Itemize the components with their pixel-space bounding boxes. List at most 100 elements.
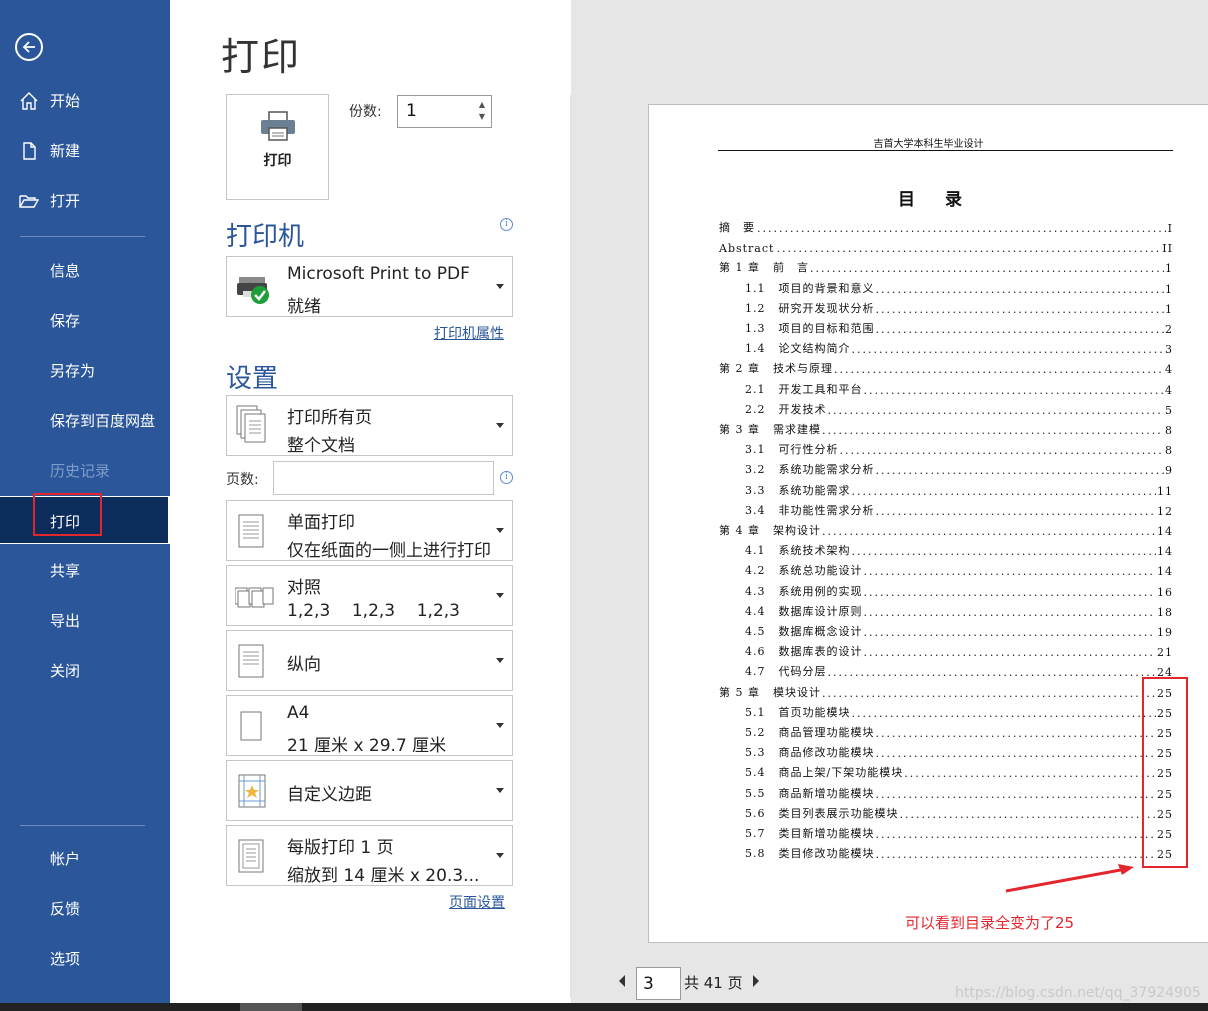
pages-input[interactable]: [273, 461, 494, 495]
sidebar-item-open[interactable]: 打开: [0, 176, 170, 224]
toc-entry-page: 11: [1157, 484, 1173, 498]
printer-icon: [259, 111, 297, 145]
toc-entry-text: 商品管理功能模块: [778, 726, 875, 739]
collate-icon: [234, 574, 274, 618]
toc-entry: 第 2 章技术与原理..............................…: [719, 360, 1173, 377]
toc-entry: 2.1 开发工具和平台..............................…: [745, 380, 1173, 397]
margins-dropdown[interactable]: 自定义边距: [226, 760, 513, 821]
toc-entry-title: 5.6: [745, 806, 767, 820]
toc-entry: 第 5 章模块设计...............................…: [719, 683, 1173, 700]
toc-entry-page: 12: [1157, 504, 1173, 518]
sidebar-item-label: 新建: [50, 142, 81, 160]
sidebar-item-history: 历史记录: [0, 446, 170, 494]
sides-dropdown[interactable]: 单面打印 仅在纸面的一侧上进行打印: [226, 500, 513, 561]
toc-entry: 4.3 系统用例的实现..............................…: [745, 582, 1173, 599]
portrait-icon: [235, 639, 269, 683]
toc-entry-title: 5.5: [745, 786, 767, 800]
toc-entry-title: 1.4: [745, 342, 767, 356]
toc-entry: 2.2 开发技术.................................…: [745, 400, 1173, 417]
toc-entry-page: 8: [1165, 444, 1173, 458]
toc-entry-title: 1.3: [745, 322, 767, 335]
toc-entry-title: 摘 要: [719, 221, 756, 234]
toc-entry-title: Abstract: [719, 242, 776, 256]
toc-entry-text: 开发工具和平台: [778, 382, 863, 396]
toc-entry: 5.1 首页功能模块...............................…: [745, 703, 1173, 720]
pages-per-sheet-secondary: 缩放到 14 厘米 x 20.3...: [287, 866, 480, 886]
orientation-dropdown[interactable]: 纵向: [226, 630, 513, 691]
printer-name: Microsoft Print to PDF: [287, 264, 470, 284]
previous-page-icon[interactable]: [619, 975, 625, 987]
sidebar-item-new[interactable]: 新建: [0, 126, 170, 174]
chevron-down-icon: [496, 788, 504, 793]
printer-ready-icon: [235, 265, 269, 309]
toc-entry: 4.2 系统总功能设计..............................…: [745, 562, 1173, 579]
sidebar-item-save-baidu[interactable]: 保存到百度网盘: [0, 396, 170, 444]
info-icon[interactable]: i: [500, 471, 513, 484]
info-icon[interactable]: i: [500, 218, 513, 231]
toc-entry-title: 3.2: [745, 463, 767, 477]
toc-entry-text: 开发技术: [778, 402, 827, 416]
highlight-box: [1142, 677, 1188, 868]
toc-entry-page: 3: [1165, 343, 1173, 357]
toc-entry: 5.4 商品上架/下架功能模块..........................…: [745, 764, 1173, 781]
sidebar-item-feedback[interactable]: 反馈: [0, 884, 170, 932]
printer-properties-link[interactable]: 打印机属性: [434, 323, 504, 343]
toc-entry-page: I: [1167, 222, 1173, 235]
toc-entry-text: 论文结构简介: [778, 342, 851, 356]
paper-size-dropdown[interactable]: A4 21 厘米 x 29.7 厘米: [226, 695, 513, 756]
toc-entry: 4.7 代码分层.................................…: [745, 663, 1173, 680]
toc-entry: 3.2 系统功能需求分析.............................…: [745, 461, 1173, 478]
print-button[interactable]: 打印: [226, 94, 329, 200]
print-range-dropdown[interactable]: 打印所有页 整个文档: [226, 395, 513, 456]
toc-entry-page: II: [1162, 242, 1173, 256]
toc-entry: 1.4 论文结构简介...............................…: [745, 340, 1173, 357]
sidebar-item-label: 历史记录: [50, 462, 111, 480]
toc-entry-text: 研究开发现状分析: [778, 301, 875, 315]
paper-size-primary: A4: [287, 703, 310, 723]
sidebar-item-account[interactable]: 帐户: [0, 834, 170, 882]
toc-entry-text: 系统功能需求分析: [778, 463, 875, 477]
toc-entry-text: 系统技术架构: [778, 544, 851, 558]
sidebar-item-options[interactable]: 选项: [0, 934, 170, 982]
toc-entry-title: 1.2: [745, 301, 767, 315]
toc-entry-title: 4.5: [745, 625, 767, 638]
toc-entry-page: 14: [1157, 565, 1173, 579]
toc-entry-text: 系统总功能设计: [778, 564, 863, 578]
sidebar-item-save-as[interactable]: 另存为: [0, 346, 170, 394]
toc-entry-title: 第 3 章: [719, 423, 761, 436]
next-page-icon[interactable]: [753, 975, 759, 987]
sidebar-item-label: 帐户: [50, 850, 81, 868]
home-icon: [19, 91, 39, 111]
toc-entry-text: 代码分层: [778, 665, 827, 679]
collate-dropdown[interactable]: 对照 1,2,3 1,2,3 1,2,3: [226, 565, 513, 626]
sidebar-item-label: 保存: [50, 312, 81, 330]
toc-entry-text: 类目新增功能模块: [778, 827, 875, 840]
toc-entry: 5.6 类目列表展示功能模块...........................…: [745, 804, 1173, 821]
header-rule: [718, 150, 1173, 151]
toc-entry: 第 1 章前 言................................…: [719, 259, 1173, 276]
spin-arrows-icon[interactable]: ▲ ▼: [479, 99, 485, 123]
toc-entry-text: 首页功能模块: [778, 705, 851, 719]
copies-stepper[interactable]: 1 ▲ ▼: [397, 95, 492, 128]
sidebar-item-close[interactable]: 关闭: [0, 646, 170, 694]
annotation-text: 可以看到目录全变为了25: [905, 914, 1075, 932]
sidebar-item-home[interactable]: 开始: [0, 76, 170, 124]
sidebar-item-export[interactable]: 导出: [0, 596, 170, 644]
toc-entry-text: 商品修改功能模块: [778, 746, 875, 760]
sidebar-item-info[interactable]: 信息: [0, 246, 170, 294]
page-header-text: 吉首大学本科生毕业设计: [873, 139, 984, 150]
page-number-input[interactable]: 3: [636, 967, 681, 1000]
sidebar-item-label: 打开: [50, 192, 81, 210]
sidebar-item-label: 关闭: [50, 662, 81, 680]
toc-entry-title: 4.3: [745, 584, 767, 598]
toc-entry-title: 4.2: [745, 564, 767, 578]
chevron-down-icon: [496, 593, 504, 598]
sidebar-item-save[interactable]: 保存: [0, 296, 170, 344]
toc-entry: 3.1 可行性分析................................…: [745, 441, 1173, 458]
pages-per-sheet-dropdown[interactable]: 每版打印 1 页 缩放到 14 厘米 x 20.3...: [226, 825, 513, 886]
back-arrow-icon[interactable]: [15, 33, 43, 61]
printer-dropdown[interactable]: Microsoft Print to PDF 就绪: [226, 256, 513, 317]
page-setup-link[interactable]: 页面设置: [449, 892, 505, 912]
pages-stack-icon: [235, 404, 269, 448]
sidebar-item-share[interactable]: 共享: [0, 546, 170, 594]
